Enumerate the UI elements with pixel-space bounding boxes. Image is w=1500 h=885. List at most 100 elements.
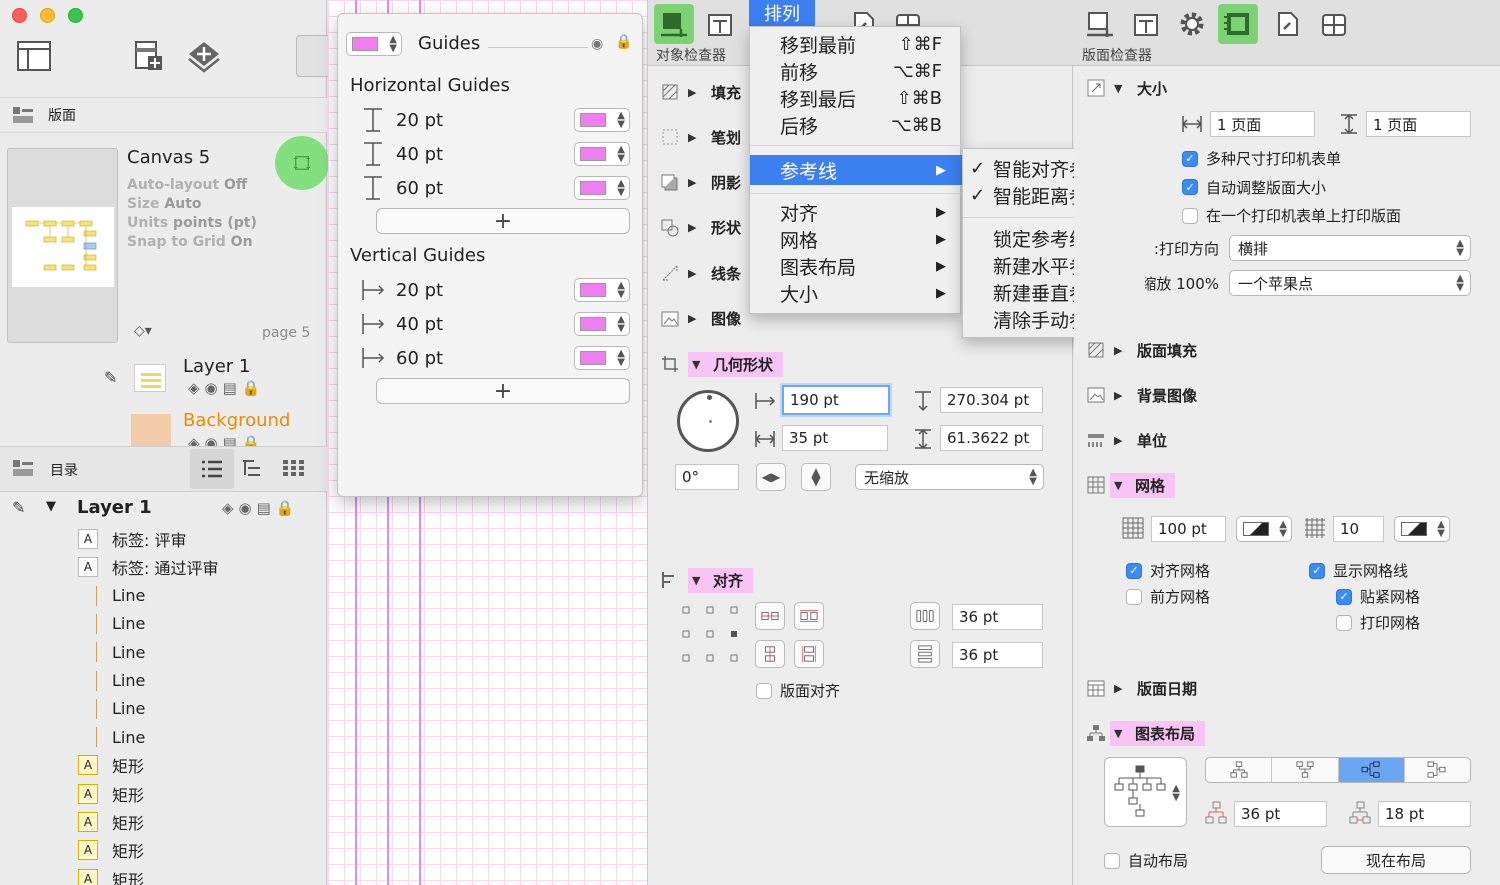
pages-high-field[interactable]: 1 页面 xyxy=(1366,111,1471,137)
layer-controls[interactable]: ◈◉▤🔒 xyxy=(188,379,265,397)
horizontal-guide-row[interactable]: 40 pt ▲ ▼ xyxy=(360,139,630,169)
size-option-checkbox[interactable]: ✓ 多种尺寸打印机表单 xyxy=(1182,148,1341,169)
scale-popup[interactable]: 无缩放 ▲ ▼ xyxy=(855,464,1044,490)
outline-layer-name[interactable]: Layer 1 xyxy=(77,497,152,518)
layer-name[interactable]: Background xyxy=(183,410,290,431)
checkbox-box[interactable] xyxy=(1182,207,1198,224)
new-canvas-icon[interactable] xyxy=(126,34,170,78)
layer-row[interactable]: Background ◈◉▤🔒 xyxy=(127,406,327,452)
object-inspector-tab[interactable] xyxy=(654,4,694,44)
visibility-icon[interactable]: ◉ xyxy=(591,36,603,52)
guide-color-well[interactable]: ▲ ▼ xyxy=(574,278,630,302)
grid-option-checkbox[interactable]: ✓ 贴紧网格 xyxy=(1336,586,1420,607)
y-position-field[interactable]: 270.304 pt xyxy=(940,387,1043,413)
layout-direction-bottom-up[interactable] xyxy=(1272,758,1339,782)
canvas-inspector-tab[interactable] xyxy=(1218,4,1258,44)
grid-tab[interactable] xyxy=(1314,4,1354,44)
disclosure-triangle-icon[interactable]: ▼ xyxy=(46,499,56,514)
lock-icon[interactable]: 🔒 xyxy=(615,34,632,50)
guide-color-well[interactable]: ▲ ▼ xyxy=(346,32,402,56)
menu-item-guides[interactable]: 参考线 ▶ xyxy=(750,155,962,185)
disclosure-triangle-icon[interactable]: ▼ xyxy=(1114,727,1122,740)
width-field[interactable]: 35 pt xyxy=(782,425,888,451)
flip-horizontal-button[interactable]: ◀▶ xyxy=(756,463,786,491)
horizontal-guide-row[interactable]: 60 pt ▲ ▼ xyxy=(360,173,630,203)
checkbox-box[interactable]: ✓ xyxy=(1182,179,1198,195)
background-image-section-header[interactable]: ▶ 背景图像 xyxy=(1074,377,1500,413)
grid-option-checkbox[interactable]: ✓ 对齐网格 xyxy=(1126,560,1210,581)
checkbox-box[interactable]: ✓ xyxy=(1336,588,1352,605)
align-vertical-centers-button[interactable] xyxy=(755,640,785,668)
outline-item[interactable]: Line xyxy=(78,582,145,610)
menu-item-bring-to-front[interactable]: 移到最前 ⇧⌘F xyxy=(750,31,962,58)
distribute-horizontal-button[interactable] xyxy=(794,602,824,630)
layout-direction-left-right[interactable] xyxy=(1338,758,1405,782)
guide-position-label[interactable]: 60 pt xyxy=(396,348,443,369)
outline-item[interactable]: Line xyxy=(78,667,145,695)
menu-item-diagram-layout[interactable]: 图表布局 ▶ xyxy=(750,253,962,280)
x-position-field[interactable]: 190 pt xyxy=(782,385,890,415)
disclosure-triangle-icon[interactable]: ▶ xyxy=(688,267,696,280)
guide-position-label[interactable]: 60 pt xyxy=(396,178,443,199)
pencil-icon[interactable]: ✎ xyxy=(12,498,25,517)
list-view-button[interactable] xyxy=(190,449,234,489)
align-section-header[interactable]: ▼ 对齐 xyxy=(648,560,1074,600)
menu-item-size[interactable]: 大小 ▶ xyxy=(750,280,962,307)
object-spacing-field[interactable]: 18 pt xyxy=(1378,801,1471,827)
outline-item[interactable]: A 矩形 xyxy=(78,751,144,779)
settings-tab[interactable] xyxy=(1172,4,1212,44)
checkbox-box[interactable]: ✓ xyxy=(1182,150,1198,167)
outline-item[interactable]: A 矩形 xyxy=(78,780,144,808)
minimize-window-button[interactable] xyxy=(40,8,55,23)
pages-wide-field[interactable]: 1 页面 xyxy=(1210,111,1315,137)
outline-item[interactable]: Line xyxy=(78,610,145,638)
outline-item[interactable]: A 矩形 xyxy=(78,836,144,864)
arrange-menu-title[interactable]: 排列 xyxy=(749,0,815,26)
disclosure-triangle-icon[interactable]: ▶ xyxy=(1114,389,1122,402)
disclosure-triangle-icon[interactable]: ▶ xyxy=(688,86,696,99)
menu-item-bring-forward[interactable]: 前移 ⌥⌘F xyxy=(750,58,962,85)
flip-vertical-button[interactable]: ▲ ▼ xyxy=(801,463,831,491)
checkbox-box[interactable] xyxy=(1104,852,1120,869)
grid-section-header[interactable]: ▼ 网格 xyxy=(1074,467,1500,503)
major-grid-color-well[interactable]: ▲ ▼ xyxy=(1236,516,1292,542)
size-option-checkbox[interactable]: ✓ 自动调整版面大小 xyxy=(1182,177,1326,198)
outline-item[interactable]: A 标签: 评审 xyxy=(78,525,186,553)
guide-position-label[interactable]: 20 pt xyxy=(396,110,443,131)
horizontal-spacing-button[interactable] xyxy=(910,602,940,630)
new-layer-icon[interactable] xyxy=(182,34,226,78)
pencil-icon[interactable]: ✎ xyxy=(104,368,117,387)
rank-spacing-field[interactable]: 36 pt xyxy=(1234,801,1327,827)
outline-item[interactable]: Line xyxy=(78,638,145,666)
zoom-window-button[interactable] xyxy=(68,8,83,23)
menu-item-send-to-back[interactable]: 移到最后 ⇧⌘B xyxy=(750,85,962,112)
layer-name[interactable]: Layer 1 xyxy=(183,356,250,377)
scale-popup[interactable]: 一个苹果点 ▲ ▼ xyxy=(1229,270,1471,296)
size-option-checkbox[interactable]: 在一个打印机表单上打印版面 xyxy=(1182,205,1401,226)
major-grid-field[interactable]: 100 pt xyxy=(1151,516,1226,542)
outline-item[interactable]: A 标签: 通过评审 xyxy=(78,553,218,581)
guide-position-label[interactable]: 20 pt xyxy=(396,280,443,301)
properties-tab[interactable] xyxy=(1126,4,1166,44)
menu-item-align[interactable]: 对齐 ▶ xyxy=(750,199,962,226)
layout-style-picker[interactable]: ▲ ▼ xyxy=(1104,757,1187,827)
guide-color-well[interactable]: ▲ ▼ xyxy=(574,312,630,336)
checkbox-box[interactable] xyxy=(1126,588,1142,605)
guide-color-well[interactable]: ▲ ▼ xyxy=(574,176,630,200)
outline-layer-row[interactable]: ✎ ▼ Layer 1 ◈◉▤🔒 xyxy=(0,494,327,524)
vertical-guide-row[interactable]: 60 pt ▲ ▼ xyxy=(360,343,630,373)
auto-layout-checkbox[interactable]: 自动布局 xyxy=(1104,850,1188,871)
guide-color-well[interactable]: ▲ ▼ xyxy=(574,142,630,166)
layers-stack-icon[interactable]: ◇▾ xyxy=(134,323,152,339)
checkbox-box[interactable]: ✓ xyxy=(1126,562,1142,579)
disclosure-triangle-icon[interactable]: ▼ xyxy=(1114,479,1122,492)
align-to-canvas-checkbox[interactable]: 版面对齐 xyxy=(756,680,840,701)
horizontal-guide-row[interactable]: 20 pt ▲ ▼ xyxy=(360,105,630,135)
checkbox-box[interactable]: ✓ xyxy=(1309,562,1325,579)
units-section-header[interactable]: ▶ 单位 xyxy=(1074,422,1500,458)
vertical-spacing-button[interactable] xyxy=(910,640,940,668)
disclosure-triangle-icon[interactable]: ▶ xyxy=(1114,682,1122,695)
orientation-popup[interactable]: 横排 ▲ ▼ xyxy=(1229,235,1471,261)
vertical-spacing-field[interactable]: 36 pt xyxy=(952,642,1043,668)
grid-option-checkbox[interactable]: 前方网格 xyxy=(1126,586,1210,607)
